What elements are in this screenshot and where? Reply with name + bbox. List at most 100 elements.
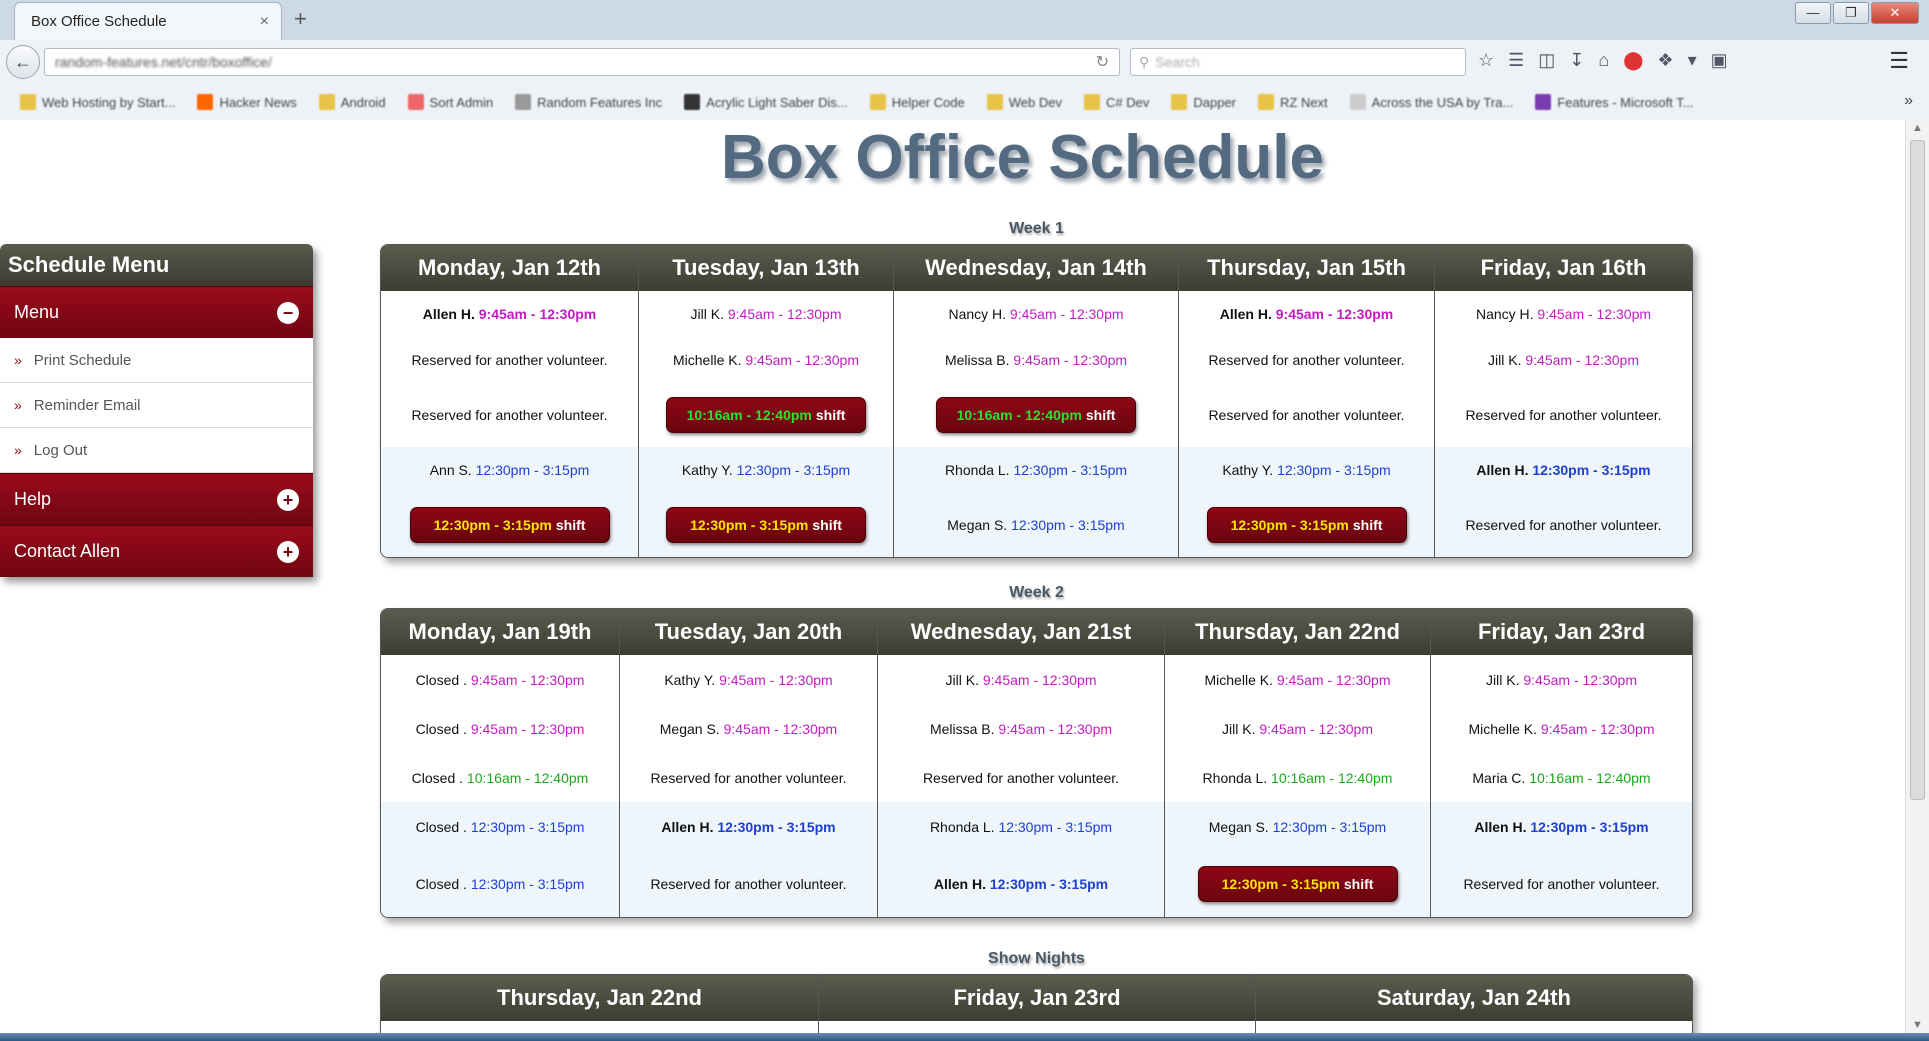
volunteer-name: Allen H. xyxy=(1474,818,1527,835)
close-tab-icon[interactable]: × xyxy=(260,13,269,31)
schedule-slot: Maria C. 10:16am - 12:40pm xyxy=(1431,753,1692,802)
chevron-right-icon: » xyxy=(14,442,22,458)
bookmark-item[interactable]: Random Features Inc xyxy=(515,94,662,110)
schedule-slot: Kathy Y. 9:45am - 12:30pm xyxy=(620,655,877,704)
pocket-icon[interactable]: ◫ xyxy=(1538,50,1555,71)
take-shift-button[interactable]: 12:30pm - 3:15pm shift xyxy=(666,507,866,543)
hacker-news-icon xyxy=(197,94,214,110)
reload-icon[interactable]: ↻ xyxy=(1096,52,1109,72)
bookmark-item[interactable]: Helper Code xyxy=(869,94,965,110)
close-window-button[interactable]: ✕ xyxy=(1871,2,1919,24)
search-icon: ⚲ xyxy=(1139,53,1150,70)
slot-time: 12:30pm - 3:15pm xyxy=(1013,462,1128,478)
bookmark-item[interactable]: Features - Microsoft T... xyxy=(1535,94,1694,110)
star-bookmark-icon[interactable]: ☆ xyxy=(1478,50,1494,71)
take-shift-button[interactable]: 12:30pm - 3:15pm shift xyxy=(409,507,610,543)
schedule-slot: Megan S. 12:30pm - 3:15pm xyxy=(1165,802,1430,851)
toolbar-icons: ☆ ☰ ◫ ↧ ⌂ ⬤ ❖ ▾ ▣ xyxy=(1478,50,1728,71)
menu-section-menu[interactable]: Menu − xyxy=(0,286,313,338)
bookmark-item[interactable]: RZ Next xyxy=(1258,94,1328,110)
adblock-icon[interactable]: ⬤ xyxy=(1623,50,1643,71)
take-shift-button[interactable]: 12:30pm - 3:15pm shift xyxy=(1206,507,1407,543)
expand-icon[interactable]: + xyxy=(277,540,299,563)
schedule-slot: Closed . 12:30pm - 3:15pm xyxy=(381,802,619,851)
reserved-text: Reserved for another volunteer. xyxy=(1463,876,1660,892)
day-column: Thursday, Jan 15th Allen H. 9:45am - 12:3… xyxy=(1178,245,1434,557)
reserved-text: Reserved for another volunteer. xyxy=(650,876,847,892)
volunteer-name: Rhonda L. xyxy=(929,818,995,835)
volunteer-name: Closed . xyxy=(415,720,467,737)
menu-item-print-schedule[interactable]: » Print Schedule xyxy=(0,338,313,383)
bookmark-item[interactable]: Android xyxy=(318,94,386,110)
reserved-text: Reserved for another volunteer. xyxy=(1465,517,1662,533)
take-shift-button[interactable]: 10:16am - 12:40pm shift xyxy=(666,397,866,433)
bookmark-item[interactable]: Sort Admin xyxy=(407,94,493,110)
bookmark-item[interactable]: Web Dev xyxy=(986,94,1062,110)
hamburger-menu-icon[interactable]: ☰ xyxy=(1889,48,1909,74)
scroll-down-icon[interactable]: ▼ xyxy=(1912,1019,1923,1031)
slot-time: 9:45am - 12:30pm xyxy=(1276,671,1391,688)
reading-list-icon[interactable]: ☰ xyxy=(1508,50,1524,71)
schedule-slot: Allen H. 12:30pm - 3:15pm xyxy=(878,851,1164,917)
address-bar[interactable]: random-features.net/cntr/boxoffice/ ↻ xyxy=(44,48,1120,76)
maximize-button[interactable]: ❐ xyxy=(1833,2,1869,24)
scrollbar-thumb[interactable] xyxy=(1910,140,1925,800)
folder-icon xyxy=(869,94,886,110)
vertical-scrollbar[interactable]: ▲ ▼ xyxy=(1905,120,1929,1033)
day-column: Saturday, Jan 24th xyxy=(1255,975,1692,1033)
site-icon xyxy=(515,94,532,110)
slot-time: 9:45am - 12:30pm xyxy=(1537,306,1652,322)
day-column: Tuesday, Jan 13th Jill K. 9:45am - 12:30p… xyxy=(638,245,893,557)
menu-section-help[interactable]: Help + xyxy=(0,473,313,525)
menu-section-contact-allen[interactable]: Contact Allen + xyxy=(0,525,313,577)
slot-time: 9:45am - 12:30pm xyxy=(1523,671,1637,688)
folder-icon xyxy=(20,94,36,110)
collapse-icon[interactable]: − xyxy=(277,301,299,324)
volunteer-name: Jill K. xyxy=(945,671,979,688)
home-icon[interactable]: ⌂ xyxy=(1598,50,1609,71)
bookmark-item[interactable]: Web Hosting by Start... xyxy=(20,94,175,110)
volunteer-name: Melissa B. xyxy=(944,352,1010,368)
day-column: Friday, Jan 23rd Jill K. 9:45am - 12:30pm… xyxy=(1430,609,1692,917)
addon-icon[interactable]: ▣ xyxy=(1711,50,1728,71)
minimize-button[interactable]: — xyxy=(1795,2,1831,24)
expand-icon[interactable]: + xyxy=(277,488,299,511)
schedule-slot: Ann S. 12:30pm - 3:15pm xyxy=(381,447,638,493)
search-input[interactable]: ⚲ Search xyxy=(1130,48,1466,76)
schedule-slot: Closed . 10:16am - 12:40pm xyxy=(381,753,619,802)
slot-time: 12:30pm - 3:15pm xyxy=(1532,462,1651,478)
schedule-slot: Jill K. 9:45am - 12:30pm xyxy=(1165,704,1430,753)
schedule-slot: Reserved for another volunteer. xyxy=(1435,493,1692,557)
bookmark-item[interactable]: C# Dev xyxy=(1084,94,1149,110)
schedule-slot: Rhonda L. 10:16am - 12:40pm xyxy=(1165,753,1430,802)
bookmark-item[interactable]: Across the USA by Tra... xyxy=(1349,94,1513,110)
scroll-up-icon[interactable]: ▲ xyxy=(1912,122,1923,134)
extension-icon[interactable]: ❖ xyxy=(1657,50,1673,71)
new-tab-icon[interactable]: + xyxy=(294,6,307,32)
slot-time: 12:30pm - 3:15pm xyxy=(989,876,1109,892)
bookmark-item[interactable]: Acrylic Light Saber Dis... xyxy=(684,94,848,110)
day-header: Monday, Jan 19th xyxy=(381,609,619,655)
browser-tab[interactable]: Box Office Schedule × xyxy=(14,2,282,40)
volunteer-name: Closed . xyxy=(415,876,467,892)
day-column: Wednesday, Jan 14th Nancy H. 9:45am - 12:… xyxy=(893,245,1178,557)
bookmark-item[interactable]: Hacker News xyxy=(197,94,297,110)
download-icon[interactable]: ↧ xyxy=(1569,50,1584,71)
shift-label: shift xyxy=(1352,517,1383,533)
take-shift-button[interactable]: 12:30pm - 3:15pm shift xyxy=(1197,866,1398,902)
week-1-schedule: Monday, Jan 12th Allen H. 9:45am - 12:30p… xyxy=(380,244,1693,558)
volunteer-name: Jill K. xyxy=(1486,671,1520,688)
dropdown-chevron-icon[interactable]: ▾ xyxy=(1688,50,1697,71)
bookmark-item[interactable]: Dapper xyxy=(1171,94,1236,110)
site-icon xyxy=(1349,94,1366,110)
volunteer-name: Nancy H. xyxy=(948,306,1007,322)
volunteer-name: Rhonda L. xyxy=(1202,769,1268,786)
menu-item-log-out[interactable]: » Log Out xyxy=(0,428,313,473)
more-bookmarks-icon[interactable]: » xyxy=(1904,92,1913,110)
volunteer-name: Rhonda L. xyxy=(944,462,1010,478)
volunteer-name: Megan S. xyxy=(947,517,1008,533)
back-arrow-icon[interactable]: ← xyxy=(6,45,40,79)
schedule-slot: Reserved for another volunteer. xyxy=(620,753,877,802)
menu-item-reminder-email[interactable]: » Reminder Email xyxy=(0,383,313,428)
take-shift-button[interactable]: 10:16am - 12:40pm shift xyxy=(936,397,1136,433)
